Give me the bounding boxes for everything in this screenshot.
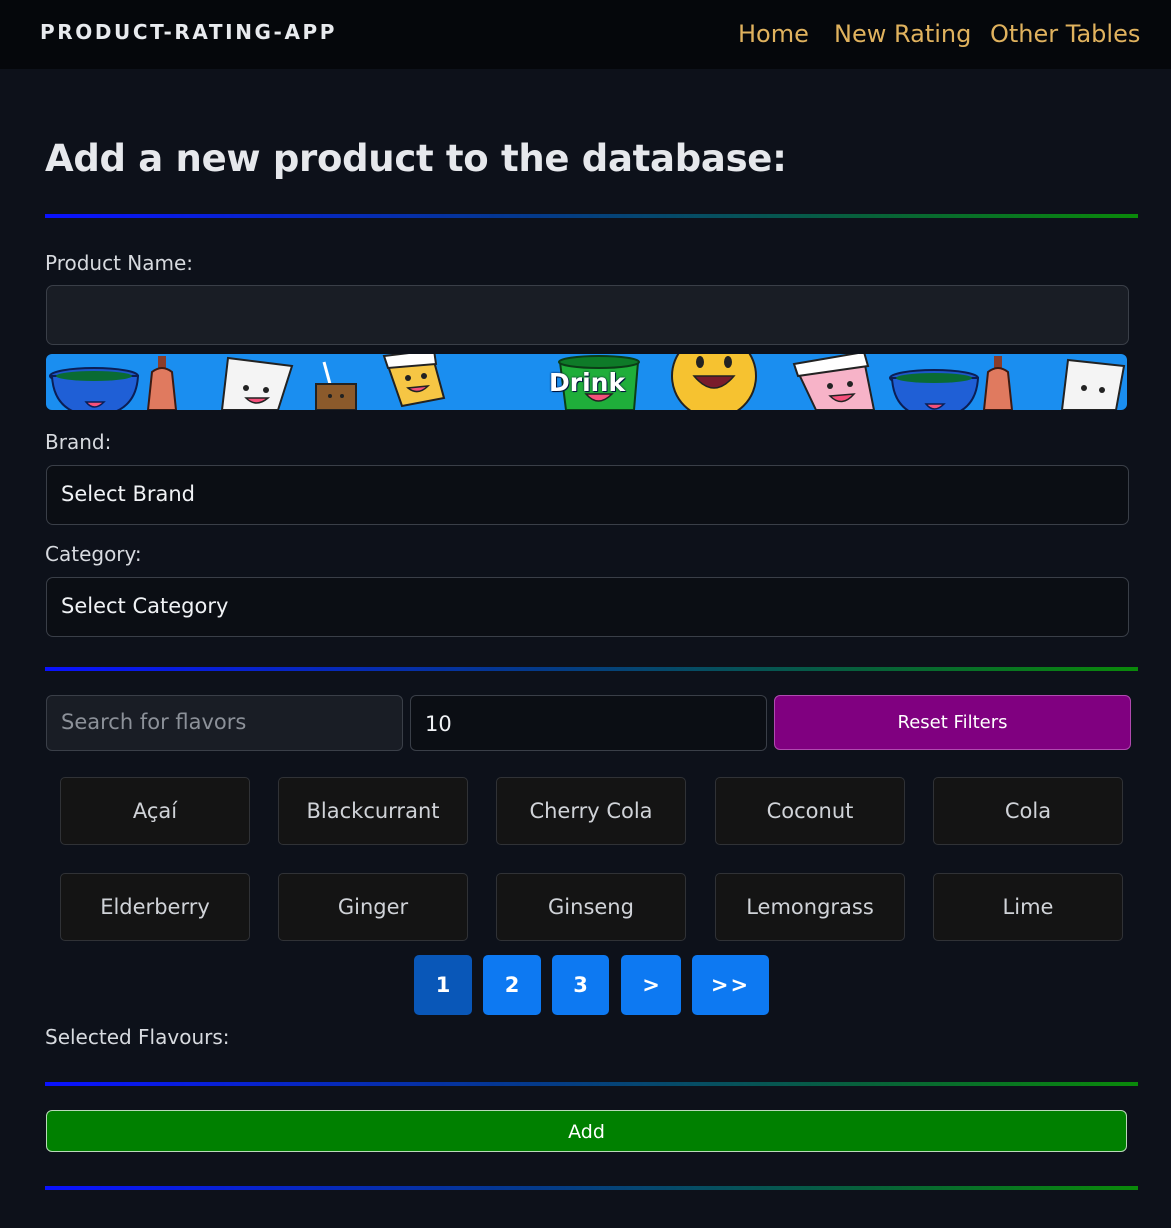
flavor-button-blackcurrant[interactable]: Blackcurrant bbox=[278, 777, 468, 845]
mug-icon-right bbox=[889, 369, 980, 410]
next-page-button[interactable]: > bbox=[621, 955, 681, 1015]
cup-icon-right bbox=[1060, 358, 1126, 410]
nav-link-new-rating[interactable]: New Rating bbox=[834, 20, 971, 48]
smiley-icon bbox=[671, 354, 757, 410]
bottle-icon bbox=[146, 356, 178, 410]
category-label: Category: bbox=[45, 542, 142, 566]
flavor-button-cherry-cola[interactable]: Cherry Cola bbox=[496, 777, 686, 845]
flavor-button-ginseng[interactable]: Ginseng bbox=[496, 873, 686, 941]
flavor-button-lemongrass[interactable]: Lemongrass bbox=[715, 873, 905, 941]
app-brand[interactable]: PRODUCT-RATING-APP bbox=[40, 20, 337, 44]
brand-select[interactable]: Select Brand bbox=[46, 465, 1129, 525]
section-divider bbox=[45, 1186, 1138, 1190]
page-button-3[interactable]: 3 bbox=[552, 955, 609, 1015]
mug-icon bbox=[49, 367, 140, 410]
per-page-input[interactable]: 10 bbox=[410, 695, 767, 751]
section-divider bbox=[45, 1082, 1138, 1086]
small-drink-icon bbox=[315, 361, 357, 410]
flavor-button-coconut[interactable]: Coconut bbox=[715, 777, 905, 845]
brand-label: Brand: bbox=[45, 430, 112, 454]
page-button-1[interactable]: 1 bbox=[414, 955, 472, 1015]
category-select[interactable]: Select Category bbox=[46, 577, 1129, 637]
reset-filters-button[interactable]: Reset Filters bbox=[774, 695, 1131, 750]
beer-icon bbox=[382, 354, 446, 408]
flavor-button-cola[interactable]: Cola bbox=[933, 777, 1123, 845]
nav-link-other-tables[interactable]: Other Tables bbox=[990, 20, 1140, 48]
flavor-search-input[interactable]: Search for flavors bbox=[46, 695, 403, 751]
drink-banner-image: Drink bbox=[46, 354, 1127, 410]
product-name-input[interactable] bbox=[46, 285, 1129, 345]
navbar: PRODUCT-RATING-APP Home New Rating Other… bbox=[0, 0, 1171, 69]
flavor-button-lime[interactable]: Lime bbox=[933, 873, 1123, 941]
banner-text: Drink bbox=[549, 368, 626, 397]
flavor-button-acai[interactable]: Açaí bbox=[60, 777, 250, 845]
section-divider bbox=[45, 667, 1138, 671]
nav-link-home[interactable]: Home bbox=[738, 20, 809, 48]
add-button[interactable]: Add bbox=[46, 1110, 1127, 1152]
pink-cup-icon bbox=[792, 354, 876, 410]
bottle-icon-right bbox=[982, 356, 1014, 410]
page-title: Add a new product to the database: bbox=[45, 137, 787, 180]
cup-icon bbox=[220, 356, 294, 410]
selected-flavours-label: Selected Flavours: bbox=[45, 1025, 230, 1049]
product-name-label: Product Name: bbox=[45, 251, 194, 275]
last-page-button[interactable]: >> bbox=[692, 955, 769, 1015]
section-divider bbox=[45, 214, 1138, 218]
flavor-button-elderberry[interactable]: Elderberry bbox=[60, 873, 250, 941]
flavor-button-ginger[interactable]: Ginger bbox=[278, 873, 468, 941]
page-button-2[interactable]: 2 bbox=[483, 955, 541, 1015]
